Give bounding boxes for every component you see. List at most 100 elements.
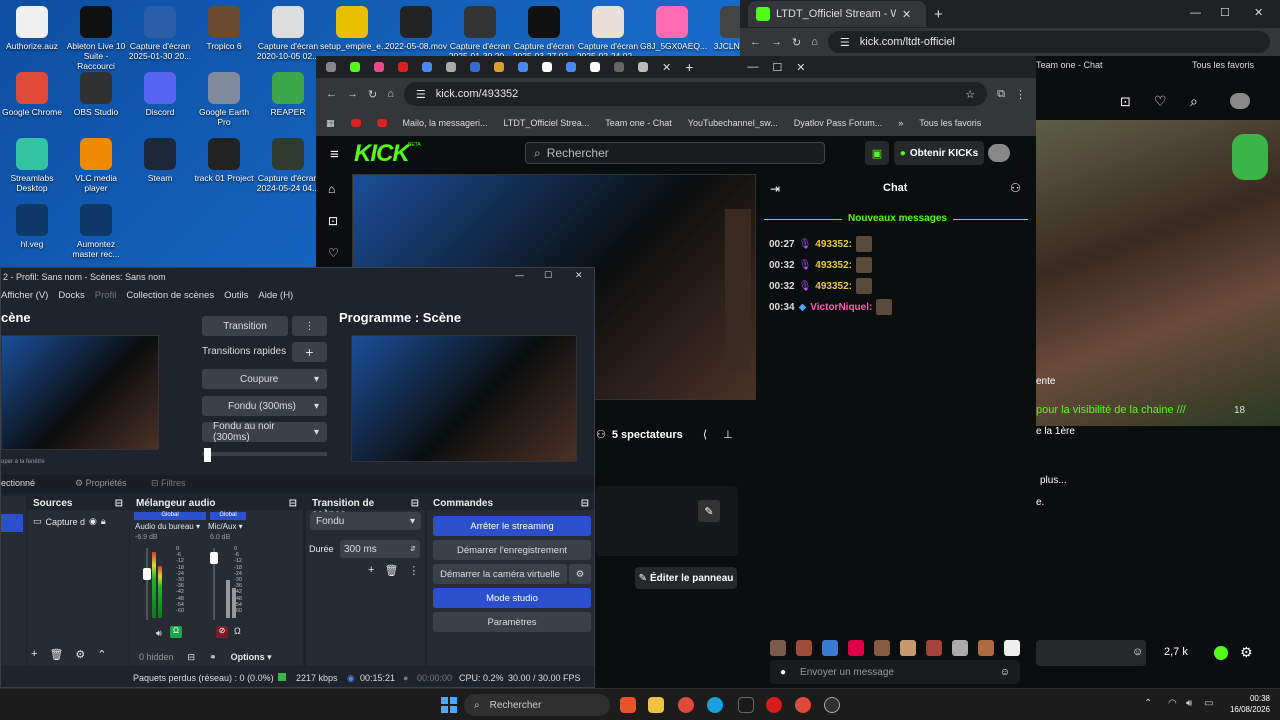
desktop-icon[interactable]: OBS Studio — [64, 72, 128, 117]
close-window-icon[interactable]: ✕ — [575, 270, 583, 281]
volume-icon[interactable]: 🔊︎ — [1186, 698, 1192, 709]
send-message-input[interactable]: ● Envoyer un message ☺ — [770, 660, 1020, 684]
clock[interactable]: 00:38 16/08/2026 — [1226, 693, 1270, 715]
avatar[interactable] — [988, 144, 1010, 162]
undock-icon[interactable]: ⊟ — [115, 498, 123, 509]
mixer-link-icon[interactable]: ⚭ — [209, 652, 217, 663]
headphones-icon[interactable]: Ω — [234, 626, 241, 636]
minimize-icon[interactable]: — — [515, 270, 524, 280]
menu-item[interactable]: Afficher (V) — [1, 290, 48, 304]
volume-slider-2[interactable] — [210, 552, 218, 564]
tab-favicon[interactable] — [422, 62, 432, 72]
home-icon[interactable]: ⌂ — [387, 88, 394, 100]
stream-video[interactable]: ente pour la visibilité de la chaine ///… — [1036, 120, 1280, 426]
add-quick-transition-icon[interactable]: + — [292, 342, 327, 362]
tab-favicon[interactable] — [638, 62, 648, 72]
move-up-icon[interactable]: ⌃ — [97, 648, 106, 661]
desktop-icon[interactable]: Capture d'écran 2020-10-05 02... — [256, 6, 320, 61]
transition-menu-icon[interactable]: ⋮ — [292, 316, 327, 336]
close-icon[interactable]: ✕ — [902, 8, 911, 21]
tbar-handle[interactable] — [204, 448, 211, 462]
maximize-icon[interactable]: ☐ — [772, 61, 782, 74]
wifi-icon[interactable]: ◠ — [1168, 698, 1177, 709]
undock-icon[interactable]: ⊟ — [289, 498, 297, 509]
source-settings-icon[interactable]: ⚙ — [75, 648, 85, 661]
undock-icon[interactable]: ⊟ — [411, 498, 419, 509]
chat-username[interactable]: 493352: — [815, 281, 852, 292]
start-recording-button[interactable]: Démarrer l'enregistrement — [433, 540, 591, 560]
forward-icon[interactable]: → — [771, 36, 782, 48]
kick-logo[interactable]: KICK — [354, 140, 410, 168]
emote-picker-icon[interactable] — [848, 640, 864, 656]
speaker-icon[interactable]: 🔊︎ — [156, 628, 162, 639]
desktop-icon[interactable]: Capture d'écran 2024-05-24 04... — [256, 138, 320, 193]
clip-icon[interactable]: ⊡ — [1120, 94, 1131, 110]
home-nav-icon[interactable]: ⌂ — [328, 182, 335, 196]
desktop-icon[interactable]: Discord — [128, 72, 192, 117]
program-canvas[interactable] — [351, 335, 577, 462]
apps-icon[interactable]: ▦ — [326, 118, 335, 129]
desktop-icon[interactable]: REAPER — [256, 72, 320, 117]
stream-icon[interactable]: ▣ — [865, 141, 889, 165]
tab-favicon[interactable] — [470, 62, 480, 72]
youtube-icon[interactable] — [376, 119, 387, 127]
desktop-icon[interactable]: Capture d'écran 2025-01-30 20... — [128, 6, 192, 61]
tab-favicon[interactable] — [566, 62, 576, 72]
tab-favicon[interactable] — [446, 62, 456, 72]
tab-favicon[interactable] — [398, 62, 408, 72]
collapse-chat-icon[interactable]: ⇥ — [770, 182, 780, 196]
chat-username[interactable]: VictorNiquel: — [810, 302, 872, 313]
transition-button[interactable]: Transition — [202, 316, 288, 336]
menu-item[interactable]: Docks — [58, 290, 84, 304]
kicks-icon[interactable] — [1214, 646, 1228, 660]
back-icon[interactable]: ← — [326, 88, 337, 100]
back-icon[interactable]: ← — [750, 36, 761, 48]
mod-icon[interactable]: ⊥ — [723, 428, 733, 441]
emote-picker-icon[interactable] — [952, 640, 968, 656]
tab-favicon[interactable] — [494, 62, 504, 72]
chat-users-icon[interactable]: ⚇ — [1010, 181, 1021, 195]
maximize-icon[interactable]: ☐ — [544, 270, 552, 281]
undock-icon[interactable]: ⊟ — [581, 498, 589, 509]
bookmarks-overflow-icon[interactable]: » — [898, 118, 903, 128]
close-window-icon[interactable]: ✕ — [796, 61, 805, 74]
home-icon[interactable]: ⌂ — [811, 36, 818, 48]
tab-favicon[interactable] — [614, 62, 624, 72]
brave-icon[interactable] — [620, 697, 636, 713]
menu-icon[interactable]: ⋮ — [1015, 88, 1026, 101]
bookmark-item[interactable]: Mailo, la messageri... — [403, 118, 488, 128]
tbar-slider[interactable] — [202, 448, 327, 464]
minimize-icon[interactable]: — — [747, 61, 758, 73]
eye-icon[interactable]: ◉ — [89, 516, 97, 527]
menu-item[interactable]: Profil — [95, 290, 117, 304]
emoji-icon[interactable]: ☺ — [1000, 667, 1010, 678]
url-field[interactable]: ☰ kick.com/ltdt-officiel — [827, 31, 1270, 53]
start-virtual-camera-button[interactable]: Démarrer la caméra virtuelle — [433, 564, 567, 584]
channel-name-1[interactable]: Audio du bureau ▾ — [135, 522, 200, 531]
reload-icon[interactable]: ↻ — [792, 36, 801, 49]
quick-transition-fade[interactable]: Fondu (300ms) ▾ — [202, 396, 327, 416]
reload-icon[interactable]: ↻ — [368, 88, 377, 101]
desktop-icon[interactable]: Capture d'écran 2025-03-27 02... — [512, 6, 576, 61]
pencil-icon[interactable]: ✎ — [698, 500, 720, 522]
menu-item[interactable]: Collection de scènes — [126, 290, 214, 304]
tray-chevron-icon[interactable]: ⌃ — [1144, 698, 1152, 709]
desktop-icon[interactable]: Capture d'écran 2025-01-30 20... — [448, 6, 512, 61]
hamburger-icon[interactable]: ≡ — [330, 146, 339, 163]
mixer-layout-icon[interactable]: ⊟ — [188, 652, 196, 663]
url-field[interactable]: ☰ kick.com/493352 ☆ — [403, 82, 988, 106]
chat-username[interactable]: 493352: — [815, 260, 852, 271]
duration-spinbox[interactable]: 300 ms ⇵ — [340, 540, 420, 558]
desktop-icon[interactable]: Capture d'écran 2025-02-24 02... — [576, 6, 640, 61]
stop-streaming-button[interactable]: Arrêter le streaming — [433, 516, 591, 536]
chat-message[interactable]: 00:32 🎙︎ 493352: — [769, 278, 872, 294]
bookmark-all[interactable]: Tous les favoris — [919, 118, 981, 128]
add-transition-icon[interactable]: + — [368, 564, 374, 577]
tab-ltdt[interactable]: LTDT_Officiel Stream - Wat... ✕ — [748, 1, 926, 27]
bookmark-item[interactable]: Dyatlov Pass Forum... — [794, 118, 883, 128]
bookmark-chat[interactable]: Team one - Chat — [1036, 60, 1103, 70]
emote-picker-icon[interactable] — [926, 640, 942, 656]
emoji-icon[interactable]: ☺ — [1132, 646, 1143, 658]
heart-icon[interactable]: ♡ — [1154, 93, 1167, 110]
desktop-icon[interactable]: Authorize.auz — [0, 6, 64, 51]
